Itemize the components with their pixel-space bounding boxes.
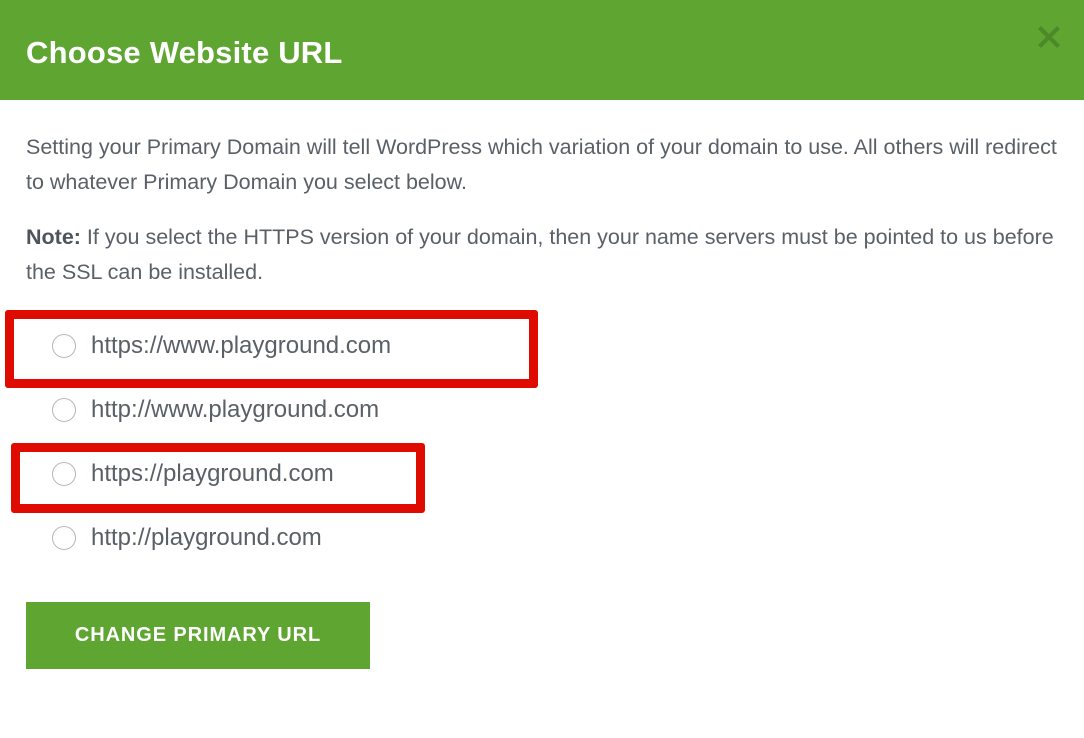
- radio-https-www[interactable]: [52, 334, 76, 358]
- note-paragraph: Note: If you select the HTTPS version of…: [26, 220, 1058, 290]
- modal-header: Choose Website URL: [0, 0, 1084, 100]
- option-label-https-www[interactable]: https://www.playground.com: [91, 334, 391, 358]
- close-icon: [1036, 24, 1062, 50]
- note-label: Note:: [26, 225, 81, 249]
- radio-http-www[interactable]: [52, 398, 76, 422]
- option-row-http-www[interactable]: http://www.playground.com: [26, 378, 1058, 442]
- choose-website-url-modal: Choose Website URL Setting your Primary …: [0, 0, 1084, 738]
- option-row-https-www[interactable]: https://www.playground.com: [26, 314, 1058, 378]
- radio-http-root[interactable]: [52, 526, 76, 550]
- page-title: Choose Website URL: [26, 34, 343, 70]
- option-label-http-www[interactable]: http://www.playground.com: [91, 398, 379, 422]
- option-row-https-root[interactable]: https://playground.com: [26, 442, 1058, 506]
- option-label-http-root[interactable]: http://playground.com: [91, 526, 322, 550]
- note-body: If you select the HTTPS version of your …: [26, 225, 1054, 284]
- intro-paragraph: Setting your Primary Domain will tell Wo…: [26, 135, 1057, 194]
- radio-https-root[interactable]: [52, 462, 76, 486]
- url-options-group: https://www.playground.com http://www.pl…: [26, 314, 1058, 570]
- modal-body: Setting your Primary Domain will tell Wo…: [0, 100, 1084, 570]
- modal-footer: CHANGE PRIMARY URL: [0, 570, 1084, 669]
- option-row-http-root[interactable]: http://playground.com: [26, 506, 1058, 570]
- option-label-https-root[interactable]: https://playground.com: [91, 462, 334, 486]
- change-primary-url-button[interactable]: CHANGE PRIMARY URL: [26, 602, 370, 669]
- close-button[interactable]: [1030, 18, 1068, 56]
